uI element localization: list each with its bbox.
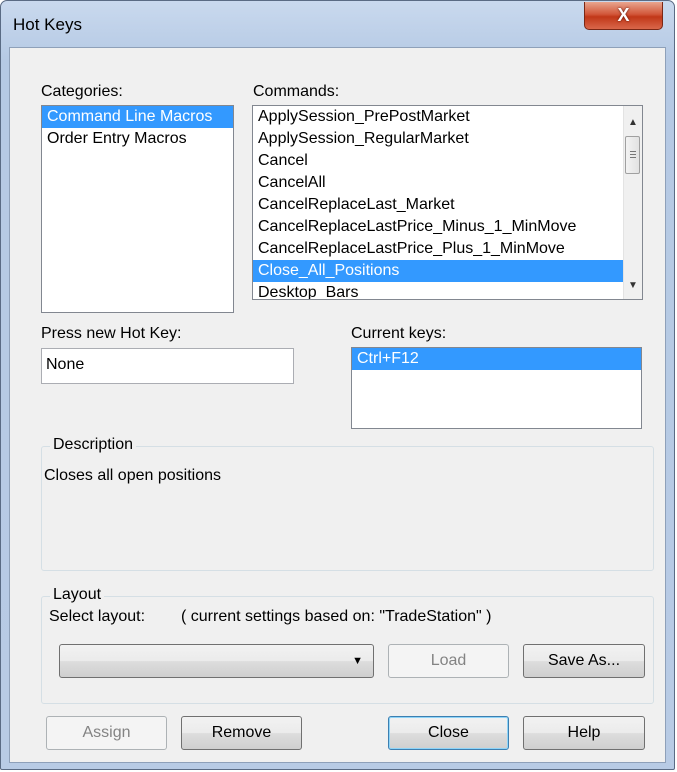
select-layout-label: Select layout:: [49, 608, 146, 625]
command-item[interactable]: CancelReplaceLastPrice_Plus_1_MinMove: [253, 238, 642, 260]
command-item[interactable]: Cancel: [253, 150, 642, 172]
scroll-up-icon[interactable]: ▲: [624, 114, 642, 132]
category-item[interactable]: Command Line Macros: [42, 106, 233, 128]
categories-list[interactable]: Command Line Macros Order Entry Macros: [41, 105, 234, 313]
command-item[interactable]: ApplySession_PrePostMarket: [253, 106, 642, 128]
commands-scrollbar[interactable]: ▲ ▼: [623, 106, 642, 299]
assign-button[interactable]: Assign: [46, 716, 167, 750]
remove-button[interactable]: Remove: [181, 716, 302, 750]
categories-label: Categories:: [41, 83, 123, 100]
layout-select[interactable]: ▼: [59, 644, 374, 678]
command-item[interactable]: Close_All_Positions: [253, 260, 642, 282]
layout-settings-note: ( current settings based on: "TradeStati…: [181, 608, 492, 625]
command-item[interactable]: ApplySession_RegularMarket: [253, 128, 642, 150]
load-button[interactable]: Load: [388, 644, 509, 678]
current-keys-label: Current keys:: [351, 325, 447, 342]
title-bar[interactable]: Hot Keys X: [1, 1, 674, 47]
description-text: Closes all open positions: [44, 467, 221, 484]
commands-list[interactable]: ApplySession_PrePostMarket ApplySession_R…: [252, 105, 643, 300]
hot-keys-dialog: Hot Keys X Categories: Command Line Macr…: [0, 0, 675, 770]
command-item[interactable]: CancelReplaceLastPrice_Minus_1_MinMove: [253, 216, 642, 238]
dialog-body: Categories: Command Line Macros Order Ent…: [9, 47, 666, 763]
command-item[interactable]: CancelReplaceLast_Market: [253, 194, 642, 216]
close-button[interactable]: Close: [388, 716, 509, 750]
layout-title: Layout: [50, 586, 105, 604]
close-window-icon[interactable]: X: [584, 2, 663, 30]
current-key-item[interactable]: Ctrl+F12: [352, 348, 641, 370]
press-new-hotkey-field[interactable]: None: [41, 348, 294, 384]
window-title: Hot Keys: [13, 15, 82, 34]
description-group: Description Closes all open positions: [41, 436, 654, 571]
scroll-down-icon[interactable]: ▼: [624, 277, 642, 295]
category-item[interactable]: Order Entry Macros: [42, 128, 233, 150]
description-title: Description: [50, 436, 137, 454]
commands-label: Commands:: [253, 83, 340, 100]
help-button[interactable]: Help: [523, 716, 645, 750]
command-item[interactable]: Desktop_Bars: [253, 282, 642, 299]
layout-group: Layout Select layout: ( current settings…: [41, 586, 654, 704]
chevron-down-icon: ▼: [352, 655, 363, 667]
command-item[interactable]: CancelAll: [253, 172, 642, 194]
press-new-hotkey-label: Press new Hot Key:: [41, 325, 182, 342]
save-as-button[interactable]: Save As...: [523, 644, 645, 678]
current-keys-list[interactable]: Ctrl+F12: [351, 347, 642, 429]
scrollbar-thumb[interactable]: [625, 136, 640, 174]
